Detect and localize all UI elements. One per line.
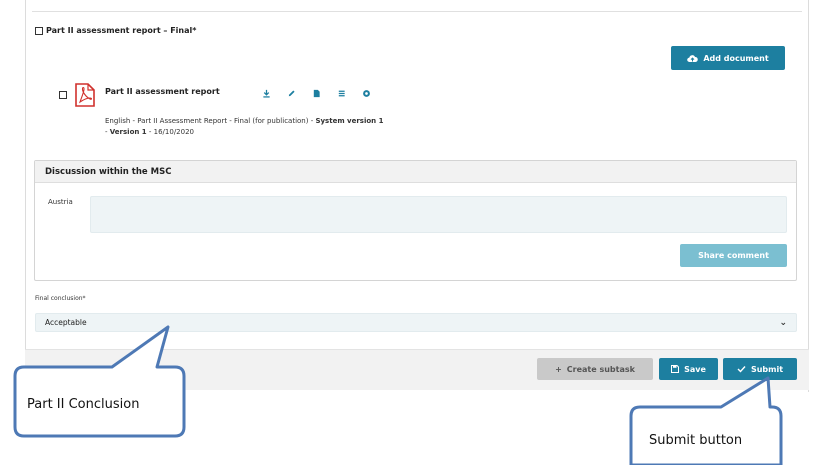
save-label: Save: [684, 364, 706, 374]
document-language-type: English - Part II Assessment Report - Fi…: [105, 117, 316, 125]
cloud-upload-icon: [687, 54, 699, 62]
chevron-down-icon: ⌄: [779, 317, 787, 328]
submit-button[interactable]: Submit: [723, 358, 797, 380]
floppy-disk-icon: [671, 365, 680, 373]
document-metadata: English - Part II Assessment Report - Fi…: [105, 116, 383, 138]
plus-icon: +: [555, 364, 562, 374]
document-row: [59, 83, 95, 107]
comment-textarea[interactable]: [90, 196, 787, 233]
submit-label: Submit: [750, 364, 784, 374]
final-conclusion-label: Final conclusion*: [35, 295, 86, 302]
list-icon[interactable]: [337, 89, 346, 98]
add-document-button[interactable]: Add document: [671, 46, 785, 70]
discussion-title: Discussion within the MSC: [35, 161, 796, 183]
add-document-label: Add document: [703, 53, 769, 63]
document-date: - 16/10/2020: [146, 128, 194, 136]
document-meta-line-2: - Version 1 - 16/10/2020: [105, 127, 383, 138]
file-icon[interactable]: [312, 89, 321, 98]
document-actions: [262, 89, 371, 98]
document-checkbox[interactable]: [59, 91, 67, 99]
conclusion-callout-text: Part II Conclusion: [27, 397, 140, 412]
save-button[interactable]: Save: [659, 358, 718, 380]
section-checkbox[interactable]: [35, 26, 43, 35]
system-version: System version 1: [315, 117, 384, 125]
create-subtask-button[interactable]: + Create subtask: [537, 358, 653, 380]
discussion-panel: Discussion within the MSC Austria Share …: [34, 160, 797, 281]
document-title[interactable]: Part II assessment report: [105, 87, 220, 96]
final-conclusion-select[interactable]: Acceptable ⌄: [35, 313, 797, 332]
edit-pencil-icon[interactable]: [287, 89, 296, 98]
create-subtask-label: Create subtask: [566, 364, 635, 374]
section-title: Part II assessment report – Final*: [46, 26, 197, 35]
submit-callout-text: Submit button: [649, 433, 743, 448]
section-header: Part II assessment report – Final*: [35, 26, 196, 35]
download-icon[interactable]: [262, 89, 271, 98]
options-circle-icon[interactable]: [362, 89, 371, 98]
divider: [32, 11, 802, 12]
final-conclusion-value: Acceptable: [45, 318, 87, 327]
document-meta-line-1: English - Part II Assessment Report - Fi…: [105, 116, 383, 127]
share-comment-button[interactable]: Share comment: [680, 244, 787, 267]
country-label: Austria: [48, 198, 73, 206]
pdf-file-icon: [75, 83, 95, 107]
document-version: Version 1: [109, 128, 147, 136]
checkmark-icon: [737, 366, 746, 373]
